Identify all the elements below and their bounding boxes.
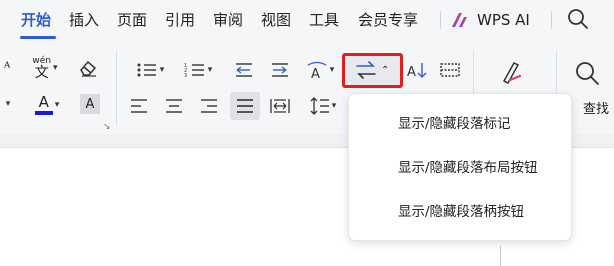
svg-text:3: 3: [184, 73, 187, 78]
chevron-down-icon: ▾: [54, 100, 60, 110]
paragraph-marks-dropdown: 显示/隐藏段落标记 显示/隐藏段落布局按钮 显示/隐藏段落柄按钮: [348, 93, 572, 241]
menu-item-toggle-paragraph-marks[interactable]: 显示/隐藏段落标记: [349, 102, 571, 146]
align-center-icon: [166, 99, 182, 113]
wps-ai-label: WPS AI: [477, 11, 530, 29]
char-shading-icon: A: [85, 96, 95, 112]
clear-format-button[interactable]: [76, 56, 100, 80]
wps-ai-button[interactable]: WPS AI: [451, 6, 530, 34]
font-color-icon: A: [34, 95, 53, 115]
chevron-up-icon: ⌃: [381, 64, 390, 76]
find-button[interactable]: [570, 56, 604, 90]
wps-writer-window: 开始 插入 页面 引用 审阅 视图 工具 会员专享 WPS AI ᴬ wén 文…: [0, 0, 614, 266]
font-effect-icon: ᴬ: [3, 60, 11, 76]
tab-review[interactable]: 审阅: [213, 9, 243, 31]
align-center-button[interactable]: [163, 94, 185, 118]
chevron-down-icon: ▾: [331, 101, 337, 111]
line-spacing-icon: [310, 97, 329, 115]
align-left-icon: [131, 99, 147, 113]
tab-references[interactable]: 引用: [165, 9, 195, 31]
show-hide-paragraph-button[interactable]: ⌃: [342, 53, 403, 88]
menu-separator: [440, 11, 441, 29]
align-justify-icon: [237, 99, 253, 113]
svg-text:A: A: [311, 67, 320, 79]
phonetic-guide-icon: wén 文: [32, 56, 51, 81]
active-tab-indicator: [20, 36, 56, 39]
decrease-indent-button[interactable]: [231, 58, 257, 82]
tab-tools[interactable]: 工具: [309, 9, 339, 31]
svg-text:A: A: [407, 65, 416, 79]
bullet-list-button[interactable]: ▾: [130, 58, 170, 82]
chevron-down-icon: ▾: [207, 65, 213, 75]
bullet-list-icon: [137, 63, 156, 77]
line-spacing-button[interactable]: ▾: [304, 94, 342, 118]
tab-page[interactable]: 页面: [117, 9, 147, 31]
text-direction-button[interactable]: A ▾: [302, 58, 338, 82]
text-direction-icon: A: [307, 61, 327, 79]
menu-separator: [551, 11, 552, 29]
paragraph-marks-icon: [356, 61, 376, 79]
font-color-button[interactable]: A ▾: [28, 92, 66, 118]
distributed-align-button[interactable]: [268, 94, 292, 118]
menu-bar: 开始 插入 页面 引用 审阅 视图 工具 会员专享 WPS AI: [0, 0, 614, 42]
sort-icon: A: [407, 63, 427, 79]
phonetic-guide-button[interactable]: wén 文 ▾: [26, 54, 64, 82]
increase-indent-icon: [272, 63, 288, 77]
find-label[interactable]: 查找: [583, 98, 609, 117]
tab-home[interactable]: 开始: [21, 9, 51, 31]
numbered-list-button[interactable]: 1 2 3 ▾: [178, 58, 218, 82]
chevron-down-icon[interactable]: ▾: [0, 92, 14, 116]
chevron-down-icon: ▾: [329, 65, 335, 75]
group-separator: [116, 50, 117, 126]
tab-view[interactable]: 视图: [261, 9, 291, 31]
wps-ai-logo-icon: [452, 13, 467, 27]
phonetic-label: wén: [32, 55, 52, 66]
chevron-down-icon: ▾: [53, 63, 58, 73]
eraser-icon: [80, 60, 97, 77]
tab-member[interactable]: 会员专享: [358, 9, 418, 31]
sort-button[interactable]: A: [406, 58, 430, 82]
styles-button[interactable]: [495, 56, 529, 90]
align-right-icon: [201, 99, 217, 113]
char-shading-button[interactable]: A: [80, 94, 100, 114]
distributed-align-icon: [270, 99, 290, 113]
table-border-button[interactable]: [438, 58, 462, 82]
dialog-launcher-icon[interactable]: ↘: [103, 122, 111, 132]
menu-item-toggle-paragraph-layout-button[interactable]: 显示/隐藏段落布局按钮: [349, 146, 571, 190]
search-icon[interactable]: [566, 7, 590, 31]
phonetic-char: 文: [34, 64, 49, 81]
align-left-button[interactable]: [128, 94, 150, 118]
pen-style-icon: [502, 62, 522, 84]
align-right-button[interactable]: [198, 94, 220, 118]
document-margin-line: [500, 246, 501, 266]
numbered-list-icon: 1 2 3: [184, 63, 204, 78]
tab-insert[interactable]: 插入: [69, 9, 99, 31]
decrease-indent-icon: [236, 63, 252, 77]
border-icon: [440, 63, 460, 77]
search-icon: [576, 62, 599, 85]
menu-item-toggle-paragraph-handle-button[interactable]: 显示/隐藏段落柄按钮: [349, 190, 571, 234]
chevron-down-icon: ▾: [159, 65, 165, 75]
increase-indent-button[interactable]: [267, 58, 293, 82]
font-effect-button[interactable]: ᴬ: [0, 56, 14, 80]
justify-button[interactable]: [230, 92, 260, 120]
